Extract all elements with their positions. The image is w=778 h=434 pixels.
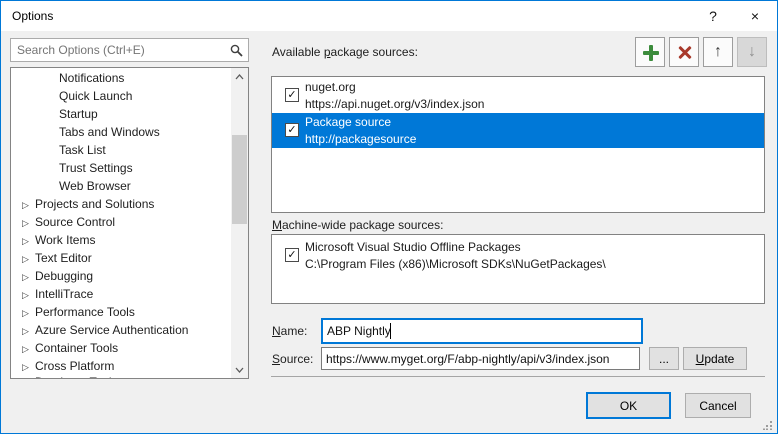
- chevron-right-icon[interactable]: ▷: [22, 322, 35, 340]
- tree-item-projects-and-solutions[interactable]: ▷Projects and Solutions: [11, 195, 231, 213]
- chevron-right-icon[interactable]: ▷: [22, 374, 35, 379]
- machine-sources-list: ✓ Microsoft Visual Studio Offline Packag…: [271, 234, 765, 304]
- checkbox-checked[interactable]: ✓: [285, 88, 299, 102]
- tree-scrollbar[interactable]: [231, 68, 248, 378]
- footer-separator: [271, 376, 765, 377]
- update-button[interactable]: Update: [683, 347, 747, 370]
- magnifier-icon: [230, 44, 243, 57]
- tree-item-notifications[interactable]: Notifications: [11, 69, 231, 87]
- add-source-button[interactable]: [635, 37, 665, 67]
- checkbox-checked[interactable]: ✓: [285, 123, 299, 137]
- text-caret: [390, 323, 391, 339]
- arrow-down-icon: ↓: [738, 38, 766, 66]
- window-title: Options: [12, 1, 53, 31]
- tree-item-startup[interactable]: Startup: [11, 105, 231, 123]
- chevron-right-icon[interactable]: ▷: [22, 340, 35, 358]
- available-sources-list: ✓ nuget.org https://api.nuget.org/v3/ind…: [271, 76, 765, 213]
- cancel-button[interactable]: Cancel: [685, 393, 751, 418]
- tree-item-database-tools[interactable]: ▷Database Tools: [11, 373, 231, 379]
- browse-button[interactable]: ...: [649, 347, 679, 370]
- checkbox-checked[interactable]: ✓: [285, 248, 299, 262]
- resize-grip-icon[interactable]: [763, 420, 773, 430]
- tree-item-performance-tools[interactable]: ▷Performance Tools: [11, 303, 231, 321]
- chevron-right-icon[interactable]: ▷: [22, 268, 35, 286]
- titlebar: Options ? ×: [1, 1, 777, 31]
- chevron-down-icon: [235, 367, 244, 373]
- tree-item-web-browser[interactable]: Web Browser: [11, 177, 231, 195]
- search-input[interactable]: [10, 38, 249, 62]
- remove-source-button[interactable]: [669, 37, 699, 67]
- tree-item-task-list[interactable]: Task List: [11, 141, 231, 159]
- chevron-right-icon[interactable]: ▷: [22, 304, 35, 322]
- tree-item-azure-service-authentication[interactable]: ▷Azure Service Authentication: [11, 321, 231, 339]
- machine-sources-label: Machine-wide package sources:: [272, 218, 443, 232]
- name-label: Name:: [272, 324, 307, 338]
- list-item-package-source[interactable]: ✓ Package source http://packagesource: [272, 113, 764, 148]
- move-down-button[interactable]: ↓: [737, 37, 767, 67]
- close-icon: ×: [751, 8, 759, 24]
- chevron-right-icon[interactable]: ▷: [22, 214, 35, 232]
- tree-item-text-editor[interactable]: ▷Text Editor: [11, 249, 231, 267]
- available-sources-label: Available package sources:: [272, 45, 418, 59]
- scrollbar-thumb[interactable]: [232, 135, 247, 224]
- tree-item-debugging[interactable]: ▷Debugging: [11, 267, 231, 285]
- move-up-button[interactable]: ↑: [703, 37, 733, 67]
- scroll-down-button[interactable]: [231, 361, 248, 378]
- tree-item-trust-settings[interactable]: Trust Settings: [11, 159, 231, 177]
- chevron-right-icon[interactable]: ▷: [22, 232, 35, 250]
- chevron-right-icon[interactable]: ▷: [22, 250, 35, 268]
- arrow-up-icon: ↑: [704, 38, 732, 66]
- source-input[interactable]: [321, 347, 640, 370]
- tree-item-tabs-and-windows[interactable]: Tabs and Windows: [11, 123, 231, 141]
- options-tree: Notifications Quick Launch Startup Tabs …: [10, 67, 249, 379]
- help-button[interactable]: ?: [696, 1, 730, 31]
- chevron-right-icon[interactable]: ▷: [22, 196, 35, 214]
- tree-item-source-control[interactable]: ▷Source Control: [11, 213, 231, 231]
- tree-item-intellitrace[interactable]: ▷IntelliTrace: [11, 285, 231, 303]
- name-input[interactable]: [321, 318, 643, 344]
- help-icon: ?: [709, 8, 717, 24]
- options-dialog: Options ? × Notifications Quick Launch S…: [0, 0, 778, 434]
- scroll-up-button[interactable]: [231, 68, 248, 85]
- tree-item-container-tools[interactable]: ▷Container Tools: [11, 339, 231, 357]
- list-item-vs-offline-packages[interactable]: ✓ Microsoft Visual Studio Offline Packag…: [272, 238, 764, 273]
- chevron-up-icon: [235, 74, 244, 80]
- ok-button[interactable]: OK: [586, 392, 671, 419]
- close-button[interactable]: ×: [738, 1, 772, 31]
- tree-item-work-items[interactable]: ▷Work Items: [11, 231, 231, 249]
- list-item-nuget-org[interactable]: ✓ nuget.org https://api.nuget.org/v3/ind…: [272, 78, 764, 113]
- source-label: Source:: [272, 352, 313, 366]
- tree-item-quick-launch[interactable]: Quick Launch: [11, 87, 231, 105]
- chevron-right-icon[interactable]: ▷: [22, 286, 35, 304]
